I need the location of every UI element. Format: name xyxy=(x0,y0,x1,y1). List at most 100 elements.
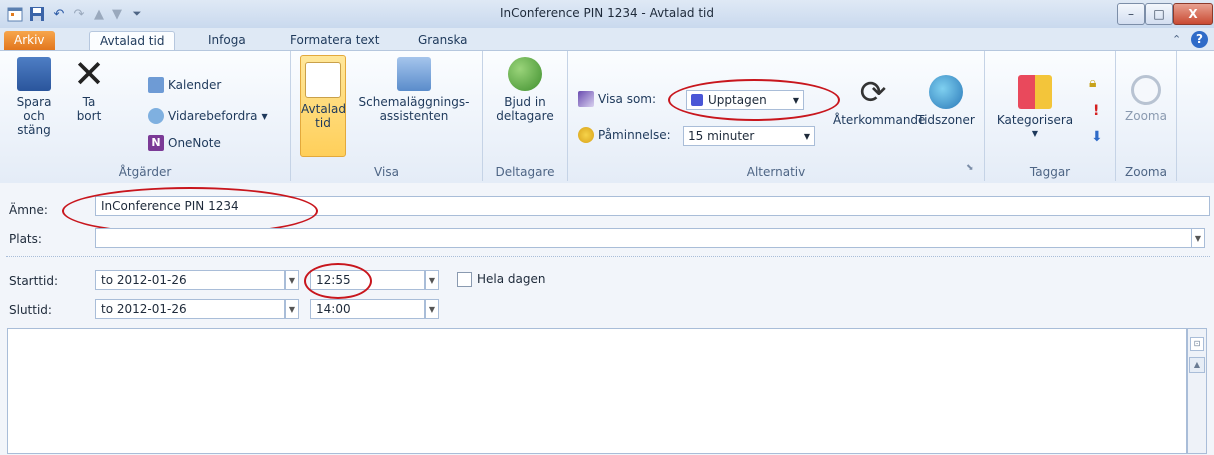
scheduling-clock-icon xyxy=(397,57,431,91)
location-dropdown-icon[interactable]: ▼ xyxy=(1191,228,1205,248)
group-alternativ: Visa som: Upptagen ▼ Påminnelse: 15 minu… xyxy=(568,51,985,181)
tab-infoga[interactable]: Infoga xyxy=(198,31,256,50)
appointment-label-1: Avtalad xyxy=(301,102,346,116)
invite-label-1: Bjud in xyxy=(504,95,546,109)
show-as-label: Visa som: xyxy=(598,92,657,106)
save-close-button[interactable]: Spara och stäng xyxy=(6,57,62,137)
location-input[interactable] xyxy=(95,228,1192,248)
zoom-button[interactable]: Zooma xyxy=(1120,75,1172,123)
delete-x-icon: ✕ xyxy=(73,52,105,96)
reminder-dropdown[interactable]: 15 minuter ▼ xyxy=(683,126,815,146)
private-lock-icon[interactable]: 🔒︎ xyxy=(1089,75,1096,91)
group-label-taggar: Taggar xyxy=(1029,165,1071,179)
vertical-scrollbar[interactable]: ⊡ ▲ xyxy=(1187,328,1207,454)
all-day-checkbox[interactable] xyxy=(457,272,472,287)
annotation-oval-show-as xyxy=(668,79,840,121)
window-title: InConference PIN 1234 - Avtalad tid xyxy=(499,6,715,20)
reminder-value: 15 minuter xyxy=(688,129,755,143)
delete-label-2: bort xyxy=(76,109,102,123)
recurrence-button[interactable]: ⟳ Återkommande xyxy=(833,73,926,127)
onenote-label: OneNote xyxy=(168,136,221,150)
appointment-icon xyxy=(305,62,341,98)
globe-icon xyxy=(929,75,963,109)
categorize-label: Kategorisera xyxy=(996,113,1074,127)
categorize-icon xyxy=(1018,75,1052,109)
end-time-input[interactable]: 14:00 xyxy=(310,299,425,319)
group-label-alternativ: Alternativ xyxy=(746,165,806,179)
scroll-up-icon[interactable]: ▲ xyxy=(1189,357,1205,373)
dialog-launcher-icon[interactable]: ⬊ xyxy=(966,163,974,173)
forward-label: Vidarebefordra xyxy=(168,109,258,123)
forward-button[interactable]: Vidarebefordra ▼ xyxy=(148,108,268,124)
group-atgarder: Spara och stäng ✕ Ta bort Kalender Vidar… xyxy=(0,51,291,181)
scheduling-label-1: Schemaläggnings- xyxy=(358,95,470,109)
group-zooma: Zooma Zooma xyxy=(1116,51,1177,181)
divider xyxy=(6,256,1210,257)
invite-attendees-button[interactable]: Bjud in deltagare xyxy=(489,57,561,123)
magnifier-icon xyxy=(1131,75,1161,105)
high-importance-icon[interactable]: ! xyxy=(1093,103,1099,119)
group-label-visa: Visa xyxy=(374,165,399,179)
end-time-label: Sluttid: xyxy=(9,303,52,317)
onenote-icon: N xyxy=(148,135,164,151)
show-as-icon xyxy=(578,91,594,107)
tab-granska[interactable]: Granska xyxy=(408,31,478,50)
reminder-label: Påminnelse: xyxy=(598,128,671,142)
maximize-button[interactable]: □ xyxy=(1145,3,1173,25)
scheduling-label-2: assistenten xyxy=(379,109,449,123)
minimize-button[interactable]: – xyxy=(1117,3,1145,25)
end-date-input[interactable]: to 2012-01-26 xyxy=(95,299,285,319)
delete-button[interactable]: ✕ Ta bort xyxy=(68,52,110,123)
timezones-button[interactable]: Tidszoner xyxy=(914,75,978,127)
recurrence-label: Återkommande xyxy=(833,113,926,127)
subject-label: Ämne: xyxy=(9,203,48,217)
save-close-label-1: Spara xyxy=(16,95,52,109)
ribbon-tabs: Arkiv Avtalad tid Infoga Formatera text … xyxy=(0,28,1214,51)
show-as-row: Visa som: xyxy=(578,91,656,107)
reminder-dropdown-icon: ▼ xyxy=(803,131,810,141)
ruler-toggle-icon[interactable]: ⊡ xyxy=(1190,337,1204,351)
appointment-label-2: tid xyxy=(315,116,331,130)
timezones-label: Tidszoner xyxy=(917,113,975,127)
group-deltagare: Bjud in deltagare Deltagare xyxy=(483,51,568,181)
save-close-icon xyxy=(17,57,51,91)
end-time-dropdown-icon[interactable]: ▼ xyxy=(425,299,439,319)
tab-arkiv[interactable]: Arkiv xyxy=(4,31,55,50)
group-visa: Avtalad tid Schemaläggnings- assistenten… xyxy=(291,51,483,181)
save-close-label-2: och stäng xyxy=(17,109,51,137)
appointment-view-button[interactable]: Avtalad tid xyxy=(300,55,346,157)
group-taggar: Kategorisera ▼ 🔒︎ ! ⬇ Taggar xyxy=(985,51,1116,181)
start-date-dropdown-icon[interactable]: ▼ xyxy=(285,270,299,290)
group-label-deltagare: Deltagare xyxy=(495,165,555,179)
calendar-button[interactable]: Kalender xyxy=(148,77,221,93)
categorize-button[interactable]: Kategorisera ▼ xyxy=(993,75,1077,141)
close-button[interactable]: X xyxy=(1173,3,1213,25)
invite-people-icon xyxy=(508,57,542,91)
end-date-dropdown-icon[interactable]: ▼ xyxy=(285,299,299,319)
forward-dropdown-icon: ▼ xyxy=(261,111,268,121)
notes-body-editor[interactable] xyxy=(7,328,1187,454)
start-date-input[interactable]: to 2012-01-26 xyxy=(95,270,285,290)
low-importance-icon[interactable]: ⬇ xyxy=(1091,129,1103,145)
annotation-oval-start-time xyxy=(304,263,372,299)
reminder-row: Påminnelse: xyxy=(578,127,671,143)
start-time-label: Starttid: xyxy=(9,274,59,288)
help-icon[interactable]: ? xyxy=(1191,31,1208,48)
tab-avtalad-tid[interactable]: Avtalad tid xyxy=(89,31,176,51)
calendar-icon xyxy=(148,77,164,93)
title-bar: ↶ ↷ ▲ ▼ ⏷ InConference PIN 1234 - Avtala… xyxy=(0,0,1214,29)
tab-formatera-text[interactable]: Formatera text xyxy=(280,31,389,50)
reminder-bell-icon xyxy=(578,127,594,143)
group-label-atgarder: Åtgärder xyxy=(118,165,172,179)
ribbon: Spara och stäng ✕ Ta bort Kalender Vidar… xyxy=(0,50,1214,184)
scheduling-assistant-button[interactable]: Schemaläggnings- assistenten xyxy=(349,57,479,123)
forward-icon xyxy=(148,108,164,124)
delete-label-1: Ta xyxy=(82,95,96,109)
collapse-ribbon-icon[interactable]: ⌃ xyxy=(1172,33,1181,46)
group-label-zooma: Zooma xyxy=(1125,165,1167,179)
zoom-label: Zooma xyxy=(1125,109,1167,123)
onenote-button[interactable]: N OneNote xyxy=(148,135,221,151)
calendar-label: Kalender xyxy=(168,78,222,92)
start-time-dropdown-icon[interactable]: ▼ xyxy=(425,270,439,290)
recurrence-icon: ⟳ xyxy=(859,73,887,111)
